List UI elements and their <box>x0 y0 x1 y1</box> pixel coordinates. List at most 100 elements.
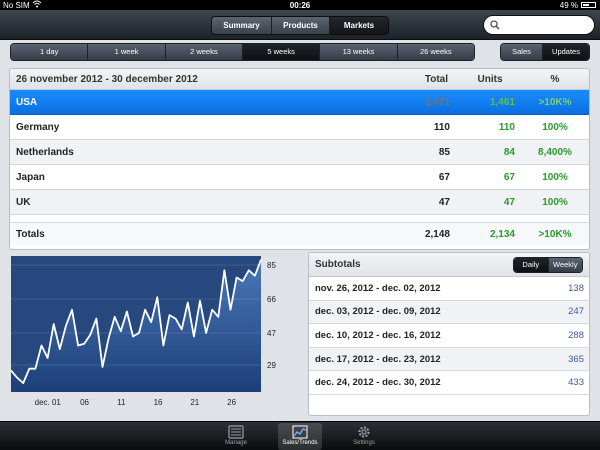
subtotal-period: nov. 26, 2012 - dec. 02, 2012 <box>315 282 441 294</box>
subtotal-period: dec. 17, 2012 - dec. 23, 2012 <box>315 353 441 365</box>
totals-total: 2,148 <box>424 228 450 240</box>
battery-percent: 49 % <box>559 1 578 10</box>
subtotal-value: 247 <box>568 306 584 318</box>
header-total: Total <box>424 73 448 85</box>
subtotal-period: dec. 24, 2012 - dec. 30, 2012 <box>315 377 441 389</box>
market-total: 47 <box>438 196 450 208</box>
range-1-week[interactable]: 1 week <box>88 44 166 60</box>
chart-y-tick-label: 85 <box>267 261 276 270</box>
chart-x-tick-label: 06 <box>80 398 89 407</box>
market-percent: 100% <box>542 196 568 208</box>
subtotal-row[interactable]: dec. 17, 2012 - dec. 23, 2012 365 <box>309 347 589 372</box>
tab-products[interactable]: Products <box>272 17 330 34</box>
trends-icon <box>292 425 308 439</box>
range-13-weeks[interactable]: 13 weeks <box>320 44 398 60</box>
market-total: 110 <box>433 121 450 133</box>
tab-markets[interactable]: Markets <box>330 17 388 34</box>
market-percent: 8,400% <box>538 146 572 158</box>
subtotal-row[interactable]: nov. 26, 2012 - dec. 02, 2012 138 <box>309 277 589 301</box>
subtotal-period: dec. 10, 2012 - dec. 16, 2012 <box>315 329 441 341</box>
market-name: UK <box>16 196 31 208</box>
daily-button[interactable]: Daily <box>514 258 549 272</box>
status-bar: No SIM 00:26 49 % <box>0 0 600 10</box>
search-field[interactable] <box>483 15 595 35</box>
battery-icon <box>581 2 596 8</box>
market-units: 110 <box>498 121 515 133</box>
section-segmented-control: Summary Products Markets <box>211 16 389 35</box>
subtotal-row[interactable]: dec. 10, 2012 - dec. 16, 2012 288 <box>309 324 589 348</box>
range-1-day[interactable]: 1 day <box>11 44 89 60</box>
subtotal-row[interactable]: dec. 03, 2012 - dec. 09, 2012 247 <box>309 300 589 325</box>
table-row[interactable]: Germany 110 110 100% <box>10 115 589 140</box>
subtotal-period: dec. 03, 2012 - dec. 09, 2012 <box>315 306 441 318</box>
subtotal-value: 288 <box>568 329 584 341</box>
market-name: USA <box>16 96 38 108</box>
chart-y-tick-label: 66 <box>267 295 276 304</box>
market-percent: 100% <box>542 121 568 133</box>
chart-x-tick-label: 26 <box>227 398 236 407</box>
tab-label: Sales/Trends <box>282 440 318 446</box>
subtotal-value: 433 <box>568 377 584 389</box>
header-percent: % <box>550 73 560 85</box>
market-units: 1,461 <box>489 96 515 108</box>
market-units: 84 <box>503 146 515 158</box>
tab-label: Manage <box>225 440 247 446</box>
subtotal-value: 138 <box>568 282 584 294</box>
table-spacer <box>10 215 589 223</box>
sales-updates-toggle: Sales Updates <box>500 43 590 61</box>
chart-canvas: 85 66 47 29 dec. 01 06 11 16 21 26 <box>10 256 276 407</box>
totals-units: 2,134 <box>489 228 515 240</box>
search-icon <box>490 20 500 30</box>
tab-summary[interactable]: Summary <box>212 17 272 34</box>
tab-sales-trends[interactable]: Sales/Trends <box>278 423 322 450</box>
market-name: Japan <box>16 171 45 183</box>
range-26-weeks[interactable]: 26 weeks <box>397 44 474 60</box>
daily-weekly-toggle: Daily Weekly <box>513 257 583 273</box>
period-label: 26 november 2012 - 30 december 2012 <box>16 73 198 85</box>
tab-manage[interactable]: Manage <box>214 423 258 450</box>
weekly-button[interactable]: Weekly <box>548 258 582 272</box>
table-row[interactable]: UK 47 47 100% <box>10 190 589 215</box>
navigation-bar: Summary Products Markets <box>0 10 600 40</box>
table-row[interactable]: Netherlands 85 84 8,400% <box>10 140 589 165</box>
chart-y-tick-label: 47 <box>267 329 276 338</box>
header-units: Units <box>477 73 503 85</box>
clock: 00:26 <box>289 1 311 10</box>
chart-x-tick-label: 11 <box>117 398 126 407</box>
updates-button[interactable]: Updates <box>543 44 589 60</box>
subtotal-row[interactable]: dec. 24, 2012 - dec. 30, 2012 433 <box>309 371 589 395</box>
chart-y-tick-label: 29 <box>267 361 276 370</box>
market-name: Germany <box>16 121 60 133</box>
market-units: 47 <box>503 196 515 208</box>
market-total: 1,471 <box>424 96 450 108</box>
date-range-control: 1 day 1 week 2 weeks 5 weeks 13 weeks 26… <box>10 43 475 61</box>
manage-icon <box>228 425 244 439</box>
totals-percent: >10K% <box>538 228 572 240</box>
sales-trend-chart[interactable]: 85 66 47 29 dec. 01 06 11 16 21 26 <box>9 254 285 414</box>
subtotals-title: Subtotals <box>315 259 361 270</box>
market-units: 67 <box>503 171 515 183</box>
table-row[interactable]: USA 1,471 1,461 >10K% <box>10 90 589 115</box>
chart-x-tick-label: 21 <box>190 398 199 407</box>
markets-table: 26 november 2012 - 30 december 2012 Tota… <box>9 68 590 250</box>
market-total: 67 <box>438 171 450 183</box>
range-5-weeks[interactable]: 5 weeks <box>242 44 321 60</box>
subtotals-panel: Subtotals Daily Weekly nov. 26, 2012 - d… <box>308 252 590 416</box>
subtotal-value: 365 <box>568 353 584 365</box>
table-row[interactable]: Japan 67 67 100% <box>10 165 589 190</box>
table-header: 26 november 2012 - 30 december 2012 Tota… <box>10 69 589 90</box>
tab-settings[interactable]: Settings <box>342 423 386 450</box>
range-2-weeks[interactable]: 2 weeks <box>165 44 243 60</box>
market-percent: 100% <box>542 171 568 183</box>
chart-x-tick-label: dec. 01 <box>35 398 62 407</box>
market-name: Netherlands <box>16 146 74 158</box>
sales-button[interactable]: Sales <box>501 44 543 60</box>
totals-row: Totals 2,148 2,134 >10K% <box>10 223 589 245</box>
totals-label: Totals <box>16 228 45 240</box>
market-percent: >10K% <box>538 96 572 108</box>
gear-icon <box>358 426 370 438</box>
tab-label: Settings <box>353 440 375 446</box>
subtotals-header: Subtotals Daily Weekly <box>309 253 589 277</box>
tab-bar: Manage Sales/Trends Settings <box>0 421 600 450</box>
market-total: 85 <box>438 146 450 158</box>
